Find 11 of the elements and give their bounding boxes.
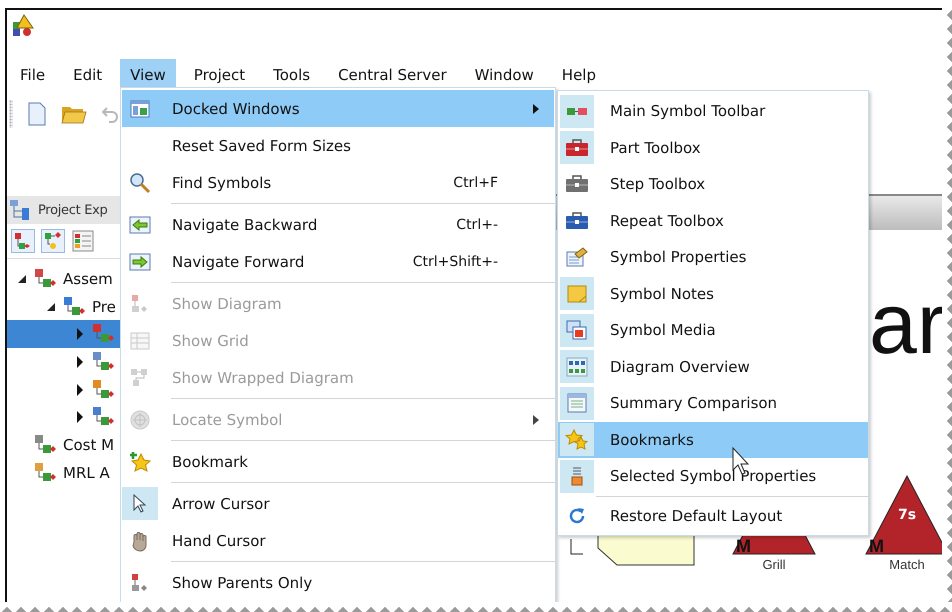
symbol-marker: M: [736, 537, 751, 555]
diagram-title: ar: [869, 281, 946, 367]
tree-label: Assem: [63, 270, 113, 288]
symbol-marker: M: [869, 537, 884, 555]
tree-label: Cost M: [63, 436, 114, 454]
symbol-label: Match: [889, 557, 925, 572]
tree-label: MRL A: [63, 464, 110, 482]
panel-title: Project Exp: [38, 202, 108, 218]
symbol-time: 7s: [898, 507, 916, 523]
symbol-label: Grill: [762, 557, 786, 572]
tree-label: Pre: [92, 298, 116, 316]
